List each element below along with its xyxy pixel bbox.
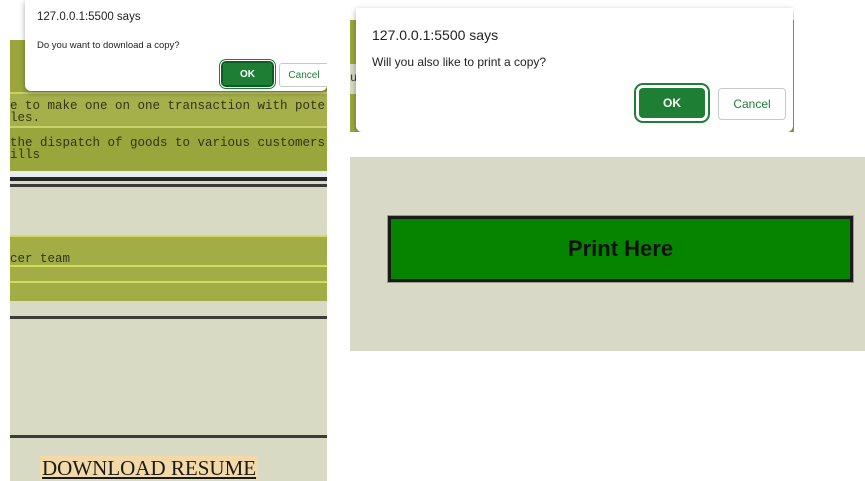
section-bg <box>10 187 327 235</box>
dialog-message: Will you also like to print a copy? <box>372 55 547 69</box>
experience-text: the dispatch of goods to various custome… <box>10 136 326 150</box>
section-bg <box>10 319 327 435</box>
ok-button[interactable]: OK <box>639 88 705 118</box>
print-confirm-dialog: 127.0.0.1:5500 says Will you also like t… <box>356 8 793 132</box>
cancel-button[interactable]: Cancel <box>718 88 786 120</box>
experience-text: e to make one on one transaction with po… <box>10 99 326 113</box>
cancel-button[interactable]: Cancel <box>279 63 327 87</box>
dialog-title: 127.0.0.1:5500 says <box>37 11 141 23</box>
resume-page-left: e to make one on one transaction with po… <box>10 0 327 481</box>
print-panel: Print Here <box>350 157 865 351</box>
dialog-message: Do you want to download a copy? <box>37 40 180 51</box>
print-here-button[interactable]: Print Here <box>388 216 853 282</box>
print-confirm-screen: u 127.0.0.1:5500 says Will you also like… <box>350 0 794 132</box>
experience-text: les. <box>10 111 41 125</box>
experience-text: ills <box>10 148 41 162</box>
list-item <box>10 281 327 303</box>
download-resume-link[interactable]: DOWNLOAD RESUME <box>40 456 259 480</box>
list-item-text: cer team <box>10 252 71 266</box>
download-confirm-dialog: 127.0.0.1:5500 says Do you want to downl… <box>25 0 327 91</box>
section-bg <box>10 301 327 316</box>
ok-button[interactable]: OK <box>221 61 274 87</box>
dialog-title: 127.0.0.1:5500 says <box>372 27 499 43</box>
